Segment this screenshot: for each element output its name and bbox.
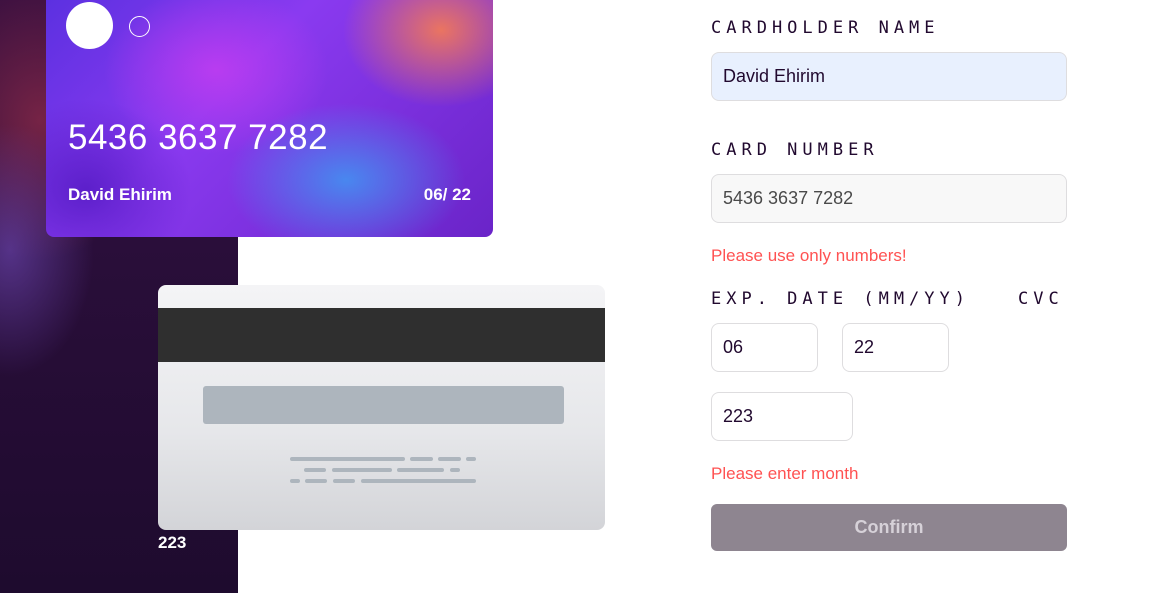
card-back bbox=[158, 285, 605, 530]
card-front-expiry: 06/ 22 bbox=[423, 185, 471, 204]
cardholder-name-input[interactable] bbox=[711, 52, 1067, 101]
card-logo-circle-outline bbox=[129, 16, 150, 37]
signature-panel bbox=[203, 386, 564, 424]
card-back-cvc: 223 bbox=[158, 533, 187, 552]
cvc-label: CVC bbox=[1018, 289, 1064, 309]
cardholder-name-label: CARDHOLDER NAME bbox=[711, 18, 940, 38]
exp-date-label: EXP. DATE (MM/YY) bbox=[711, 289, 970, 309]
card-front-name: David Ehirim bbox=[68, 185, 172, 204]
card-logo-circle-filled bbox=[66, 2, 113, 49]
exp-year-input[interactable] bbox=[842, 323, 949, 372]
confirm-button[interactable]: Confirm bbox=[711, 504, 1067, 551]
card-number-error: Please use only numbers! bbox=[711, 246, 907, 265]
exp-date-error: Please enter month bbox=[711, 464, 859, 483]
card-front-number: 5436 3637 7282 bbox=[68, 118, 329, 157]
card-back-decorative-lines bbox=[290, 455, 480, 485]
magnetic-strip bbox=[158, 308, 605, 362]
card-number-label: CARD NUMBER bbox=[711, 140, 879, 160]
card-number-input[interactable] bbox=[711, 174, 1067, 223]
card-front: 5436 3637 7282 David Ehirim 06/ 22 bbox=[46, 0, 493, 237]
cvc-input[interactable] bbox=[711, 392, 853, 441]
exp-month-input[interactable] bbox=[711, 323, 818, 372]
